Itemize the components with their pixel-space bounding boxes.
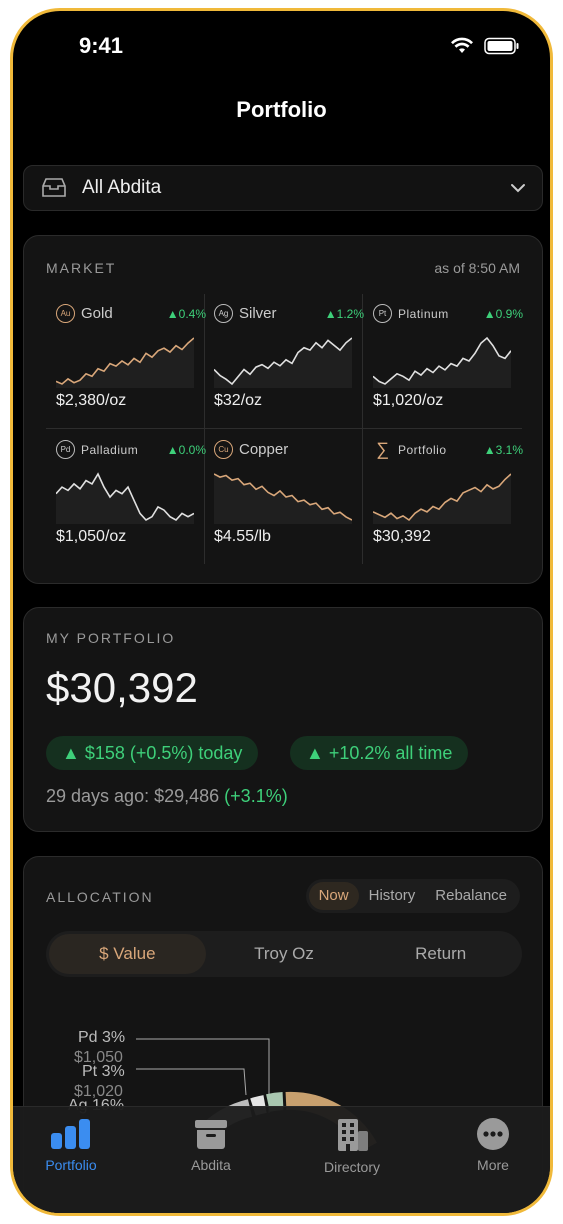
tab-label: Abdita xyxy=(191,1157,231,1173)
wifi-icon xyxy=(451,37,473,53)
metric-troy-oz[interactable]: Troy Oz xyxy=(206,934,363,974)
selector-label: All Abdita xyxy=(82,177,162,198)
past-value-label: 29 days ago: $29,486 xyxy=(46,786,220,806)
tile-name: Silver xyxy=(239,305,277,322)
element-symbol-icon: Pt xyxy=(373,304,392,323)
tile-name: Copper xyxy=(239,441,289,458)
ellipsis-circle-icon xyxy=(477,1118,509,1150)
status-icons xyxy=(450,37,520,55)
allocation-title: ALLOCATION xyxy=(46,889,154,905)
sparkline-chart xyxy=(214,337,352,388)
sparkline-chart xyxy=(214,473,352,524)
tab-directory[interactable]: Directory xyxy=(302,1117,402,1175)
allocation-mode-control: Now History Rebalance xyxy=(305,879,520,913)
building-icon xyxy=(338,1119,368,1151)
tile-name: Palladium xyxy=(81,442,139,457)
mode-rebalance[interactable]: Rebalance xyxy=(425,882,517,910)
tile-header: Au Gold ▲0.4% xyxy=(56,304,206,323)
past-value-change: (+3.1%) xyxy=(224,786,288,806)
status-time: 9:41 xyxy=(79,33,124,58)
element-symbol-icon: Cu xyxy=(214,440,233,459)
tile-price: $4.55/lb xyxy=(214,528,271,545)
element-symbol-icon: ∑ xyxy=(376,439,389,459)
tab-more[interactable]: More xyxy=(443,1117,543,1173)
tile-price: $1,050/oz xyxy=(56,528,127,545)
phone-frame: 9:41 Portfolio All Abdita MARKET as of 8… xyxy=(10,8,553,1216)
alloc-label-pt: Pt 3% xyxy=(82,1063,125,1080)
tile-change: ▲3.1% xyxy=(483,442,523,457)
sparkline-chart xyxy=(56,337,194,388)
all-time-change-badge: ▲ +10.2% all time xyxy=(290,736,469,770)
allocation-metric-control: $ Value Troy Oz Return xyxy=(46,931,522,977)
tile-price: $30,392 xyxy=(373,528,431,545)
today-change-badge: ▲ $158 (+0.5%) today xyxy=(46,736,259,770)
element-symbol-icon: Au xyxy=(56,304,75,323)
mode-history[interactable]: History xyxy=(359,882,426,910)
tile-name: Portfolio xyxy=(398,442,447,457)
tab-label: Portfolio xyxy=(45,1157,97,1173)
tab-label: Directory xyxy=(323,1159,380,1175)
tile-price: $1,020/oz xyxy=(373,392,444,409)
portfolio-value: $30,392 xyxy=(46,664,198,711)
sparkline-area xyxy=(56,474,194,524)
market-tile-silver[interactable]: Ag Silver ▲1.2% $32/oz xyxy=(214,296,364,426)
past-value: 29 days ago: $29,486 (+3.1%) xyxy=(46,786,288,807)
market-tile-platinum[interactable]: Pt Platinum ▲0.9% $1,020/oz xyxy=(373,296,523,426)
tab-label: More xyxy=(477,1157,509,1173)
mode-now[interactable]: Now xyxy=(308,882,359,910)
page-title: Portfolio xyxy=(236,97,327,122)
market-tile-palladium[interactable]: Pd Palladium ▲0.0% $1,050/oz xyxy=(56,432,206,562)
tile-name: Platinum xyxy=(398,306,449,321)
market-tile-copper[interactable]: Cu Copper $4.55/lb xyxy=(214,432,364,562)
tile-change: ▲0.0% xyxy=(166,442,206,457)
chevron-down-icon xyxy=(511,184,525,193)
market-as-of: as of 8:50 AM xyxy=(434,260,520,276)
tile-change: ▲0.9% xyxy=(483,306,523,321)
tile-header: Cu Copper xyxy=(214,440,364,459)
tray-icon xyxy=(42,178,66,197)
tab-portfolio[interactable]: Portfolio xyxy=(21,1117,121,1173)
archive-box-icon xyxy=(195,1120,227,1149)
market-tile-portfolio[interactable]: ∑ Portfolio ▲3.1% $30,392 xyxy=(373,432,523,562)
market-tile-gold[interactable]: Au Gold ▲0.4% $2,380/oz xyxy=(56,296,206,426)
tile-header: ∑ Portfolio ▲3.1% xyxy=(373,439,523,459)
account-selector[interactable]: All Abdita xyxy=(23,165,543,211)
tile-price: $32/oz xyxy=(214,392,263,409)
tile-header: Ag Silver ▲1.2% xyxy=(214,304,364,323)
element-symbol-icon: Ag xyxy=(214,304,233,323)
sparkline-chart xyxy=(56,472,194,524)
market-title: MARKET xyxy=(46,260,117,276)
metric-value[interactable]: $ Value xyxy=(49,934,206,974)
tab-bar: Portfolio Abdita Directory More xyxy=(13,1106,550,1213)
element-symbol-icon: Pd xyxy=(56,440,75,459)
status-bar: 9:41 xyxy=(13,11,550,81)
sparkline-chart xyxy=(373,336,511,388)
sparkline-area xyxy=(373,338,511,388)
sparkline-chart xyxy=(373,473,511,524)
tile-name: Gold xyxy=(81,305,113,322)
tile-price: $2,380/oz xyxy=(56,392,127,409)
tile-change: ▲0.4% xyxy=(166,306,206,321)
battery-icon xyxy=(484,37,519,55)
my-portfolio-card: MY PORTFOLIO $30,392 ▲ $158 (+0.5%) toda… xyxy=(23,607,543,832)
tile-header: Pt Platinum ▲0.9% xyxy=(373,304,523,323)
tile-header: Pd Palladium ▲0.0% xyxy=(56,440,206,459)
sparkline-area xyxy=(214,474,352,524)
market-card: MARKET as of 8:50 AM Au Gold ▲0.4% $2,380/o… xyxy=(23,235,543,584)
metric-return[interactable]: Return xyxy=(362,934,519,974)
chart-bars-icon xyxy=(51,1119,90,1149)
divider xyxy=(46,428,522,429)
alloc-label-pd: Pd 3% xyxy=(78,1029,126,1046)
tile-change: ▲1.2% xyxy=(324,306,364,321)
tab-abdita[interactable]: Abdita xyxy=(161,1117,261,1173)
portfolio-title: MY PORTFOLIO xyxy=(46,630,176,646)
